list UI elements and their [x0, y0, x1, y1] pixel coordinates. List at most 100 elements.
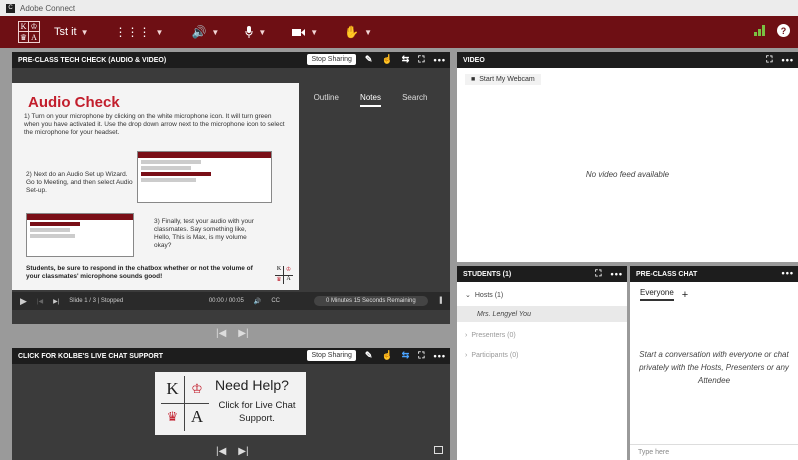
camera-icon — [292, 28, 306, 36]
previous-page-icon[interactable]: |◀ — [216, 446, 226, 457]
help-heading: Need Help? — [215, 377, 289, 393]
students-pod: STUDENTS (1) ⛶ ••• ⌄ Hosts (1) Mrs. Leng… — [457, 266, 627, 460]
tab-notes[interactable]: Notes — [360, 93, 381, 107]
chat-pod: PRE-CLASS CHAT ••• Everyone + Start a co… — [630, 266, 798, 460]
window-title: Adobe Connect — [20, 3, 76, 13]
video-pod-header: VIDEO ⛶ ••• — [457, 52, 798, 68]
time-remaining: 0 Minutes 15 Seconds Remaining — [314, 296, 428, 306]
microphone-icon — [245, 26, 253, 38]
chevron-down-icon: ▼ — [80, 27, 89, 37]
stop-sharing-button[interactable]: Stop Sharing — [307, 54, 356, 65]
previous-icon[interactable]: |◀ — [37, 298, 43, 305]
live-chat-help-banner[interactable]: K ♔ ♛ A Need Help? Click for Live Chat S… — [155, 372, 306, 435]
chevron-down-icon: ▼ — [364, 27, 373, 37]
chevron-right-icon: › — [465, 351, 468, 359]
share-pager: |◀ ▶| — [216, 328, 249, 339]
slide-step2: 2) Next do an Audio Set up Wizard. Go to… — [26, 171, 133, 194]
chevron-down-icon: ▼ — [155, 27, 164, 37]
draw-icon[interactable]: ✎ — [365, 350, 373, 361]
presenters-group[interactable]: › Presenters (0) — [457, 328, 627, 342]
chevron-down-icon: ▼ — [310, 27, 319, 37]
fullscreen-icon[interactable]: ⛶ — [418, 350, 424, 361]
raise-hand-menu[interactable]: ✋ ▼ — [344, 25, 372, 39]
camera-menu[interactable]: ▼ — [292, 28, 318, 37]
pointer-icon[interactable]: ☝ — [381, 350, 392, 361]
slide-info: Slide 1 / 3 | Stopped — [69, 298, 124, 304]
next-icon[interactable]: ▶| — [53, 298, 59, 305]
sync-icon[interactable]: ⇆ — [402, 350, 410, 361]
pointer-icon[interactable]: ☝ — [381, 54, 392, 65]
speaker-menu[interactable]: 🔊 ▼ — [191, 25, 219, 39]
chevron-down-icon: ▼ — [211, 27, 220, 37]
volume-icon[interactable]: 🔊 — [254, 298, 261, 305]
meeting-menu[interactable]: Tst it ▼ — [54, 26, 89, 38]
more-options-icon[interactable]: ••• — [434, 351, 446, 361]
sidebar-toggle-icon[interactable]: ▐ — [438, 298, 442, 304]
tab-outline[interactable]: Outline — [314, 93, 339, 107]
chevron-right-icon: › — [465, 331, 468, 339]
chat-empty-message: Start a conversation with everyone or ch… — [639, 350, 789, 385]
slide-title: Audio Check — [28, 94, 120, 111]
draw-icon[interactable]: ✎ — [365, 54, 373, 65]
slide-step3: 3) Finally, test your audio with your cl… — [154, 218, 254, 249]
chevron-down-icon: ⌄ — [465, 292, 471, 299]
next-page-icon[interactable]: ▶| — [238, 446, 248, 457]
slide-logo: K ♔ ♛ A — [275, 266, 293, 284]
more-options-icon[interactable]: ••• — [611, 269, 623, 279]
kolbe-logo: K ♔ ♛ A — [161, 376, 209, 431]
more-options-icon[interactable]: ••• — [434, 55, 446, 65]
live-chat-pager: |◀ ▶| — [216, 446, 249, 457]
fullscreen-icon[interactable]: ⛶ — [595, 268, 601, 279]
start-webcam-button[interactable]: ■ Start My Webcam — [465, 74, 541, 85]
window-titlebar: C Adobe Connect — [0, 0, 798, 16]
students-pod-header: STUDENTS (1) ⛶ ••• — [457, 266, 627, 282]
stop-sharing-button[interactable]: Stop Sharing — [307, 350, 356, 361]
chevron-down-icon: ▼ — [258, 27, 267, 37]
apps-menu[interactable]: ⋮⋮⋮ ▼ — [115, 25, 164, 39]
kolbe-logo: K ♔ ♛ A — [18, 21, 40, 43]
raise-hand-icon: ✋ — [344, 25, 360, 39]
webcam-icon: ■ — [471, 76, 476, 83]
more-options-icon[interactable]: ••• — [782, 55, 794, 65]
sync-icon[interactable]: ⇆ — [402, 54, 410, 65]
apps-icon: ⋮⋮⋮ — [114, 25, 151, 39]
menubar-right: ? — [754, 24, 790, 37]
playback-time: 00:00 / 00:05 — [208, 298, 244, 304]
tab-everyone[interactable]: Everyone — [640, 288, 674, 301]
help-icon[interactable]: ? — [777, 24, 790, 37]
slide-step1: 1) Turn on your microphone by clicking o… — [24, 113, 285, 136]
chat-pod-header: PRE-CLASS CHAT ••• — [630, 266, 798, 282]
share-pod-title: PRE-CLASS TECH CHECK (AUDIO & VIDEO) — [18, 56, 167, 64]
fullscreen-icon[interactable]: ⛶ — [766, 54, 772, 65]
chat-pod-title: PRE-CLASS CHAT — [636, 270, 698, 278]
fullscreen-icon[interactable]: ⛶ — [418, 54, 424, 65]
meeting-name: Tst it — [54, 26, 77, 38]
sidebar-toggle-icon[interactable] — [434, 446, 443, 454]
add-chat-icon[interactable]: + — [682, 289, 688, 301]
more-options-icon[interactable]: ••• — [782, 268, 794, 278]
hosts-group[interactable]: ⌄ Hosts (1) — [457, 288, 627, 302]
previous-page-icon[interactable]: |◀ — [216, 328, 226, 339]
slide-screenshot-wizard — [26, 213, 134, 257]
no-video-message: No video feed available — [585, 170, 670, 179]
live-chat-pod-header: CLICK FOR KOLBE'S LIVE CHAT SUPPORT Stop… — [12, 348, 450, 364]
slide-footer: Students, be sure to respond in the chat… — [26, 265, 253, 280]
microphone-menu[interactable]: ▼ — [245, 26, 266, 38]
playback-controls: ▶ |◀ ▶| Slide 1 / 3 | Stopped 00:00 / 00… — [12, 292, 450, 310]
next-page-icon[interactable]: ▶| — [238, 328, 248, 339]
help-subtext: Click for Live Chat Support. — [218, 400, 296, 424]
attendee-row[interactable]: Mrs. Lengyel You — [457, 306, 627, 322]
tab-search[interactable]: Search — [402, 93, 427, 107]
slide-content: Audio Check 1) Turn on your microphone b… — [12, 83, 299, 290]
video-pod: VIDEO ⛶ ••• ■ Start My Webcam No video f… — [457, 52, 798, 262]
participants-group[interactable]: › Participants (0) — [457, 348, 627, 362]
video-pod-title: VIDEO — [463, 56, 485, 64]
play-icon[interactable]: ▶ — [20, 296, 27, 307]
cc-button[interactable]: CC — [271, 298, 280, 304]
slide-screenshot-microphone — [137, 151, 272, 203]
connection-signal-icon — [754, 25, 765, 36]
adobe-connect-icon: C — [6, 3, 15, 13]
chat-input[interactable]: Type here — [630, 444, 798, 460]
notes-pane: Outline Notes Search — [299, 83, 442, 290]
share-pod-header: PRE-CLASS TECH CHECK (AUDIO & VIDEO) Sto… — [12, 52, 450, 68]
